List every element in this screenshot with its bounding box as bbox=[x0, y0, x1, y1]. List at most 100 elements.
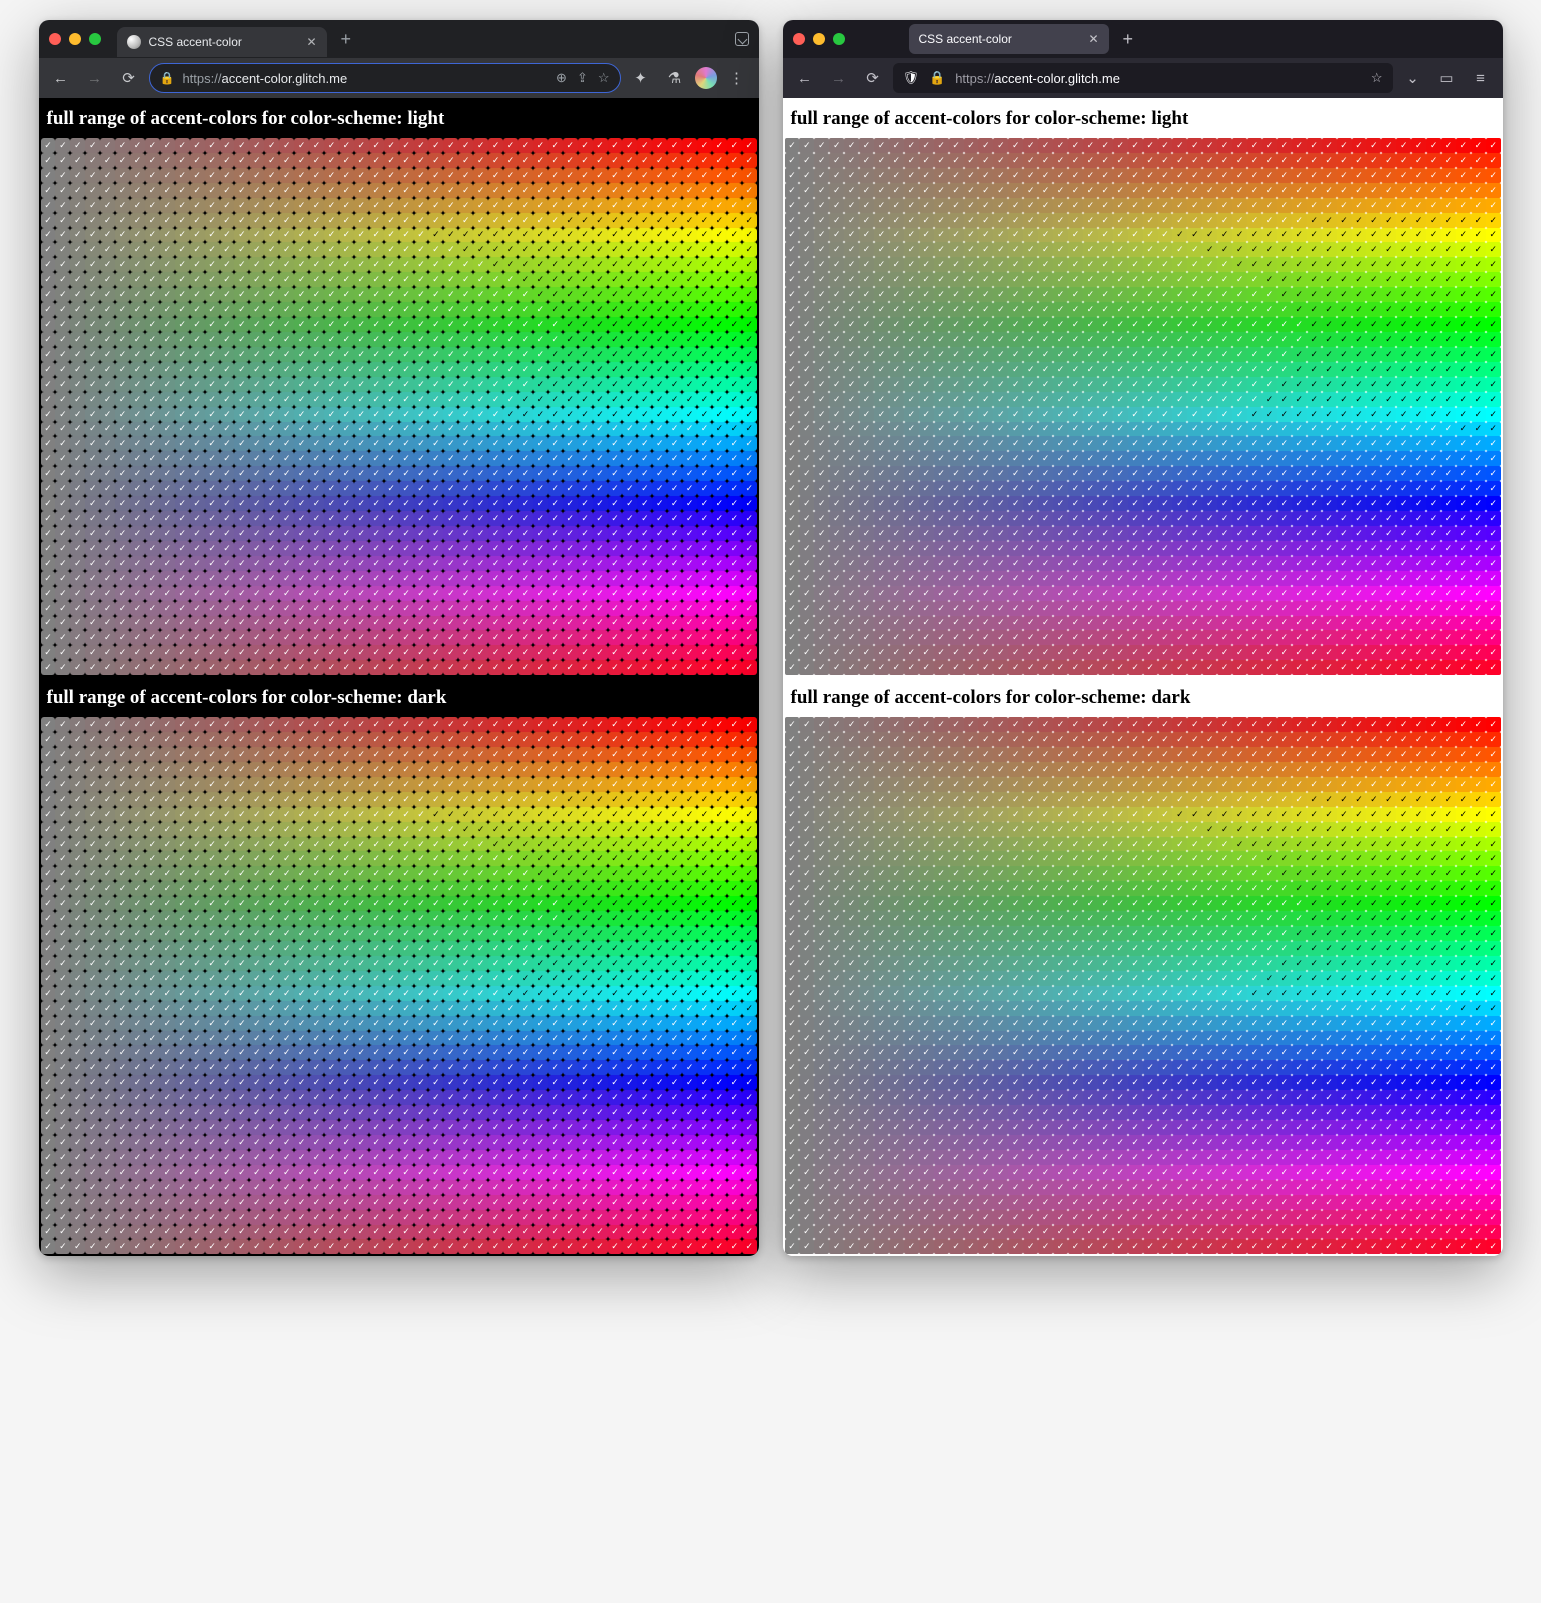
accent-swatch[interactable]: ✓ bbox=[518, 1135, 533, 1150]
accent-swatch[interactable]: ✓ bbox=[578, 732, 593, 747]
accent-swatch[interactable]: ✓ bbox=[533, 466, 548, 481]
accent-swatch[interactable]: ✓ bbox=[294, 556, 309, 571]
accent-swatch[interactable]: ✓ bbox=[859, 377, 874, 392]
accent-swatch[interactable]: ✓ bbox=[785, 257, 800, 272]
accent-swatch[interactable]: ✓ bbox=[249, 807, 264, 822]
accent-swatch[interactable]: ✓ bbox=[55, 436, 70, 451]
accent-swatch[interactable]: ✓ bbox=[55, 168, 70, 183]
accent-swatch[interactable]: ✓ bbox=[249, 1001, 264, 1016]
accent-swatch[interactable]: ✓ bbox=[1411, 496, 1426, 511]
accent-swatch[interactable]: ✓ bbox=[1172, 362, 1187, 377]
accent-swatch[interactable]: ✓ bbox=[384, 747, 399, 762]
accent-swatch[interactable]: ✓ bbox=[799, 407, 814, 422]
accent-swatch[interactable]: ✓ bbox=[1456, 526, 1471, 541]
accent-swatch[interactable]: ✓ bbox=[100, 451, 115, 466]
accent-swatch[interactable]: ✓ bbox=[518, 1090, 533, 1105]
accent-swatch[interactable]: ✓ bbox=[949, 392, 964, 407]
accent-swatch[interactable]: ✓ bbox=[234, 971, 249, 986]
accent-swatch[interactable]: ✓ bbox=[1322, 436, 1337, 451]
accent-swatch[interactable]: ✓ bbox=[1426, 407, 1441, 422]
accent-swatch[interactable]: ✓ bbox=[399, 851, 414, 866]
accent-swatch[interactable]: ✓ bbox=[593, 1045, 608, 1060]
accent-swatch[interactable]: ✓ bbox=[458, 347, 473, 362]
accent-swatch[interactable]: ✓ bbox=[1128, 317, 1143, 332]
accent-swatch[interactable]: ✓ bbox=[369, 377, 384, 392]
accent-swatch[interactable]: ✓ bbox=[294, 392, 309, 407]
accent-swatch[interactable]: ✓ bbox=[608, 496, 623, 511]
accent-swatch[interactable]: ✓ bbox=[339, 138, 354, 153]
accent-swatch[interactable]: ✓ bbox=[309, 1001, 324, 1016]
accent-swatch[interactable]: ✓ bbox=[160, 422, 175, 437]
accent-swatch[interactable]: ✓ bbox=[249, 732, 264, 747]
accent-swatch[interactable]: ✓ bbox=[1262, 526, 1277, 541]
accent-swatch[interactable]: ✓ bbox=[55, 183, 70, 198]
accent-swatch[interactable]: ✓ bbox=[1471, 541, 1486, 556]
reload-button[interactable]: ⟳ bbox=[859, 64, 887, 92]
accent-swatch[interactable]: ✓ bbox=[563, 1239, 578, 1254]
accent-swatch[interactable]: ✓ bbox=[205, 866, 220, 881]
accent-swatch[interactable]: ✓ bbox=[563, 926, 578, 941]
accent-swatch[interactable]: ✓ bbox=[503, 526, 518, 541]
accent-swatch[interactable]: ✓ bbox=[578, 451, 593, 466]
accent-swatch[interactable]: ✓ bbox=[473, 1060, 488, 1075]
accent-swatch[interactable]: ✓ bbox=[488, 630, 503, 645]
accent-swatch[interactable]: ✓ bbox=[1113, 586, 1128, 601]
accent-swatch[interactable]: ✓ bbox=[964, 541, 979, 556]
accent-swatch[interactable]: ✓ bbox=[814, 198, 829, 213]
accent-swatch[interactable]: ✓ bbox=[578, 986, 593, 1001]
accent-swatch[interactable]: ✓ bbox=[859, 392, 874, 407]
accent-swatch[interactable]: ✓ bbox=[503, 792, 518, 807]
accent-swatch[interactable]: ✓ bbox=[1426, 213, 1441, 228]
accent-swatch[interactable]: ✓ bbox=[1068, 153, 1083, 168]
accent-swatch[interactable]: ✓ bbox=[458, 1090, 473, 1105]
accent-swatch[interactable]: ✓ bbox=[488, 956, 503, 971]
accent-swatch[interactable]: ✓ bbox=[1053, 392, 1068, 407]
accent-swatch[interactable]: ✓ bbox=[234, 586, 249, 601]
accent-swatch[interactable]: ✓ bbox=[1307, 496, 1322, 511]
accent-swatch[interactable]: ✓ bbox=[399, 586, 414, 601]
accent-swatch[interactable]: ✓ bbox=[428, 153, 443, 168]
accent-swatch[interactable]: ✓ bbox=[533, 822, 548, 837]
accent-swatch[interactable]: ✓ bbox=[712, 213, 727, 228]
accent-swatch[interactable]: ✓ bbox=[70, 1105, 85, 1120]
accent-swatch[interactable]: ✓ bbox=[652, 392, 667, 407]
accent-swatch[interactable]: ✓ bbox=[160, 1239, 175, 1254]
accent-swatch[interactable]: ✓ bbox=[115, 466, 130, 481]
accent-swatch[interactable]: ✓ bbox=[904, 436, 919, 451]
accent-swatch[interactable]: ✓ bbox=[727, 451, 742, 466]
accent-swatch[interactable]: ✓ bbox=[563, 630, 578, 645]
accent-swatch[interactable]: ✓ bbox=[339, 377, 354, 392]
accent-swatch[interactable]: ✓ bbox=[55, 198, 70, 213]
accent-swatch[interactable]: ✓ bbox=[41, 660, 56, 675]
accent-swatch[interactable]: ✓ bbox=[608, 881, 623, 896]
accent-swatch[interactable]: ✓ bbox=[1456, 228, 1471, 243]
accent-swatch[interactable]: ✓ bbox=[667, 1001, 682, 1016]
accent-swatch[interactable]: ✓ bbox=[1187, 168, 1202, 183]
accent-swatch[interactable]: ✓ bbox=[145, 1195, 160, 1210]
accent-swatch[interactable]: ✓ bbox=[697, 436, 712, 451]
accent-swatch[interactable]: ✓ bbox=[799, 198, 814, 213]
accent-swatch[interactable]: ✓ bbox=[70, 732, 85, 747]
accent-swatch[interactable]: ✓ bbox=[220, 777, 235, 792]
accent-swatch[interactable]: ✓ bbox=[205, 496, 220, 511]
accent-swatch[interactable]: ✓ bbox=[978, 586, 993, 601]
accent-swatch[interactable]: ✓ bbox=[1396, 168, 1411, 183]
accent-swatch[interactable]: ✓ bbox=[70, 911, 85, 926]
accent-swatch[interactable]: ✓ bbox=[130, 1195, 145, 1210]
accent-swatch[interactable]: ✓ bbox=[1083, 541, 1098, 556]
accent-swatch[interactable]: ✓ bbox=[115, 1225, 130, 1240]
accent-swatch[interactable]: ✓ bbox=[637, 1210, 652, 1225]
accent-swatch[interactable]: ✓ bbox=[533, 242, 548, 257]
accent-swatch[interactable]: ✓ bbox=[100, 822, 115, 837]
accent-swatch[interactable]: ✓ bbox=[1411, 407, 1426, 422]
accent-swatch[interactable]: ✓ bbox=[578, 526, 593, 541]
accent-swatch[interactable]: ✓ bbox=[949, 153, 964, 168]
accent-swatch[interactable]: ✓ bbox=[1187, 362, 1202, 377]
accent-swatch[interactable]: ✓ bbox=[100, 762, 115, 777]
accent-swatch[interactable]: ✓ bbox=[964, 556, 979, 571]
accent-swatch[interactable]: ✓ bbox=[518, 911, 533, 926]
accent-swatch[interactable]: ✓ bbox=[637, 717, 652, 732]
accent-swatch[interactable]: ✓ bbox=[593, 1195, 608, 1210]
accent-swatch[interactable]: ✓ bbox=[175, 1165, 190, 1180]
accent-swatch[interactable]: ✓ bbox=[889, 407, 904, 422]
